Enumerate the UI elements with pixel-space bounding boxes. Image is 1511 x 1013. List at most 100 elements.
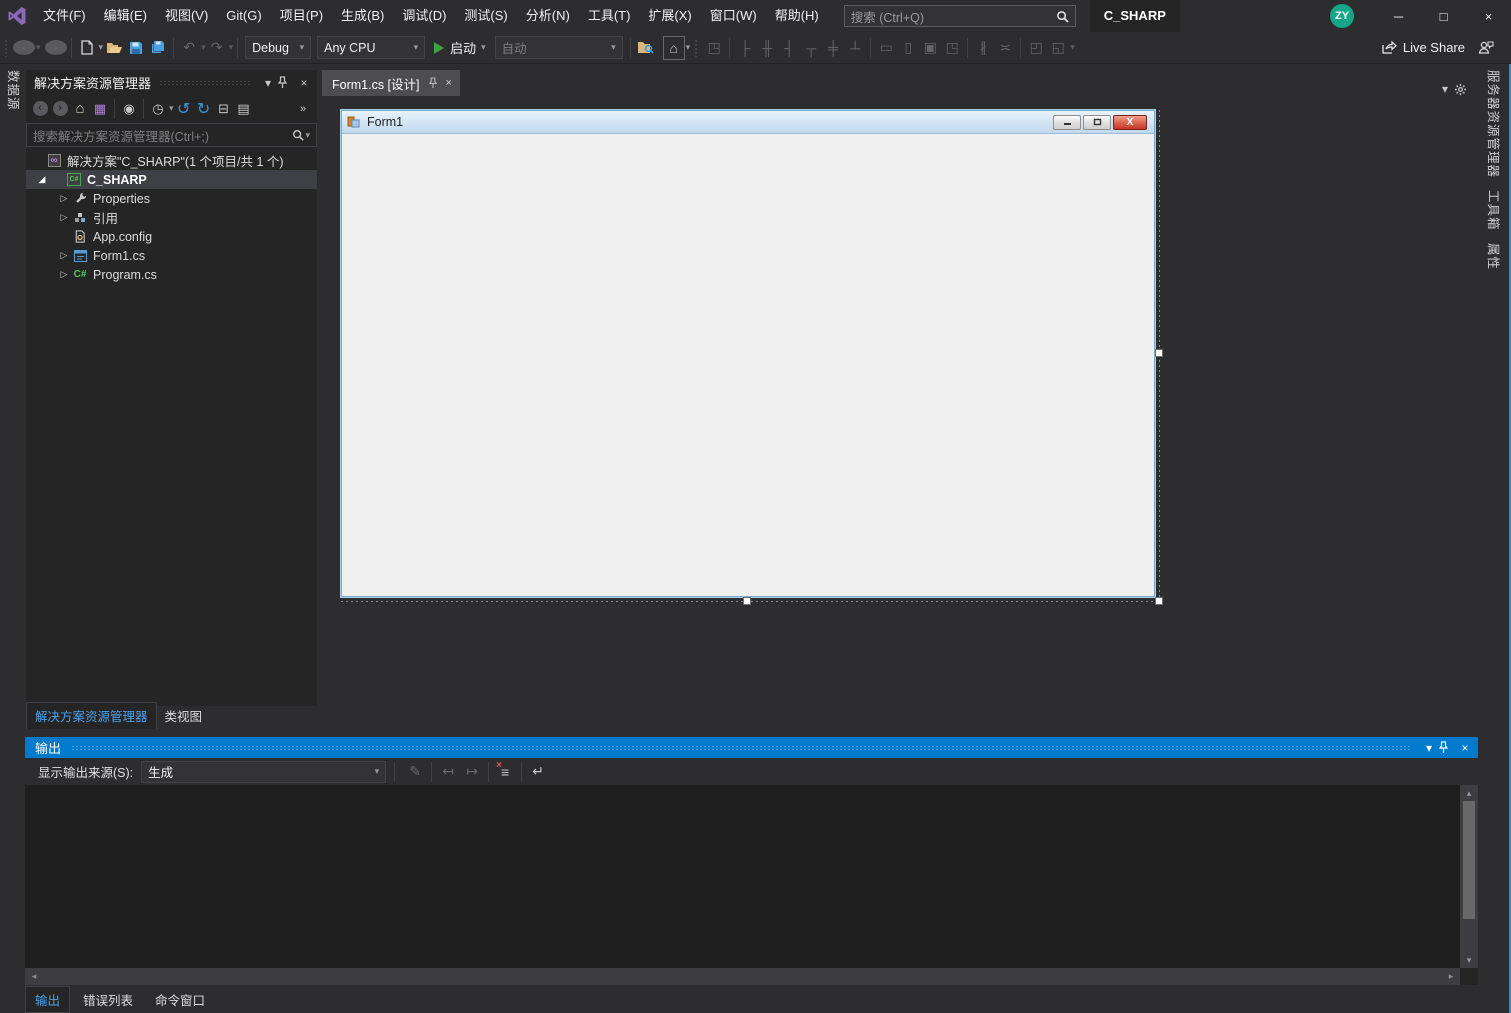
se-back-icon[interactable]: ‹ [30,99,50,119]
panel-drag-grip[interactable] [71,745,1410,751]
pin-icon[interactable] [1438,741,1456,754]
panel-drag-grip[interactable] [159,80,251,86]
tab-data-sources[interactable]: 数据源 [5,64,24,117]
menu-git[interactable]: Git(G) [217,0,270,32]
output-vertical-scrollbar[interactable]: ▴ ▾ [1460,785,1478,968]
menu-edit[interactable]: 编辑(E) [95,0,156,32]
navigate-forward-icon[interactable]: › [45,40,67,55]
forms-designer-surface[interactable]: Form1 X [322,96,1480,737]
close-icon[interactable]: × [295,76,313,90]
resize-handle-corner[interactable] [1155,597,1163,605]
menu-file[interactable]: 文件(F) [34,0,95,32]
redo-dropdown-icon[interactable]: ▾ [229,42,234,53]
close-icon[interactable]: × [446,77,452,89]
gear-icon[interactable] [1454,83,1472,96]
resize-handle-bottom[interactable] [743,597,751,605]
snap-to-grid-icon[interactable]: ◳ [703,36,725,60]
tree-row-program[interactable]: ▷ C# Program.cs [26,265,317,284]
clear-all-icon[interactable]: ≡× [493,761,517,783]
next-message-icon[interactable]: ↦ [460,761,484,783]
scroll-left-icon[interactable]: ◂ [27,971,41,982]
collapsed-icon[interactable]: ▷ [56,193,72,204]
make-same-height-icon[interactable]: ▯ [897,36,919,60]
tab-command-window[interactable]: 命令窗口 [146,987,214,1012]
new-project-icon[interactable] [76,36,98,60]
tab-properties[interactable]: 属性 [1485,237,1504,276]
align-centers-icon[interactable]: ╫ [756,36,778,60]
output-text-area[interactable]: ▴ ▾ [25,785,1478,968]
save-icon[interactable] [125,36,147,60]
send-feedback-icon[interactable] [1475,36,1497,60]
properties-pages-icon[interactable]: ▤ [234,99,254,119]
browser-link-home-icon[interactable]: ⌂ [663,36,685,60]
menu-build[interactable]: 生成(B) [332,0,393,32]
window-maximize-button[interactable]: □ [1421,0,1466,32]
solution-configuration-combo[interactable]: Debug ▾ [245,36,311,59]
toolbar-overflow-icon[interactable]: » [293,99,313,119]
size-to-grid-icon[interactable]: ◳ [941,36,963,60]
tab-form1-designer[interactable]: Form1.cs [设计] × [322,70,460,96]
find-in-files-icon[interactable] [635,36,657,60]
undo-icon[interactable]: ↶ [178,36,200,60]
collapsed-icon[interactable]: ▷ [56,269,72,280]
window-position-dropdown-icon[interactable]: ▾ [1420,741,1438,755]
tab-class-view[interactable]: 类视图 [157,703,211,729]
scroll-right-icon[interactable]: ▸ [1444,971,1458,982]
pin-icon[interactable] [428,77,438,89]
menu-extensions[interactable]: 扩展(X) [639,0,700,32]
designed-form[interactable]: Form1 X [341,110,1155,597]
tree-row-appconfig[interactable]: App.config [26,227,317,246]
layout-overflow-dropdown-icon[interactable]: ▾ [1070,42,1075,53]
previous-message-icon[interactable]: ↤ [436,761,460,783]
collapsed-icon[interactable]: ▷ [56,250,72,261]
tree-row-references[interactable]: ▷ 引用 [26,208,317,227]
make-same-width-icon[interactable]: ▭ [875,36,897,60]
refresh-icon[interactable]: ↻ [194,99,214,119]
pin-icon[interactable] [277,76,295,89]
form-maximize-button[interactable] [1083,115,1111,130]
designed-form-titlebar[interactable]: Form1 X [342,111,1154,134]
output-source-combo[interactable]: 生成 ▾ [141,761,386,783]
menu-project[interactable]: 项目(P) [271,0,332,32]
toggle-word-wrap-icon[interactable]: ↵ [526,761,550,783]
find-message-in-code-icon[interactable]: ✎ [403,761,427,783]
sync-with-active-document-icon[interactable]: ↺ [174,99,194,119]
navigate-back-icon[interactable]: ‹ [13,40,35,55]
tab-server-explorer[interactable]: 服务器资源管理器 [1485,64,1504,184]
live-share-button[interactable]: Live Share [1381,40,1465,55]
menu-debug[interactable]: 调试(D) [393,0,455,32]
scroll-up-icon[interactable]: ▴ [1460,785,1478,801]
browser-link-dropdown-icon[interactable]: ▾ [686,42,691,53]
quick-search-input[interactable]: 搜索 (Ctrl+Q) [844,5,1076,27]
tab-output[interactable]: 输出 [25,986,70,1013]
start-dropdown-icon[interactable]: ▾ [481,42,486,53]
save-all-icon[interactable] [147,36,169,60]
menu-tools[interactable]: 工具(T) [579,0,640,32]
se-home-icon[interactable]: ⌂ [70,99,90,119]
menu-test[interactable]: 测试(S) [455,0,516,32]
solution-explorer-header[interactable]: 解决方案资源管理器 ▾ × [26,70,317,95]
window-minimize-button[interactable]: ─ [1376,0,1421,32]
tab-solution-explorer[interactable]: 解决方案资源管理器 [26,702,157,729]
toolbar-grip[interactable] [694,39,699,57]
solution-search-input[interactable]: 搜索解决方案资源管理器(Ctrl+;) ▾ [26,123,317,147]
user-avatar[interactable]: ZY [1330,4,1354,28]
redo-icon[interactable]: ↷ [206,36,228,60]
scrollbar-thumb[interactable] [1463,801,1475,919]
tab-error-list[interactable]: 错误列表 [74,987,142,1012]
close-icon[interactable]: × [1456,741,1474,755]
bring-to-front-icon[interactable]: ◰ [1025,36,1047,60]
send-to-back-icon[interactable]: ◱ [1047,36,1069,60]
tree-row-form1[interactable]: ▷ Form1.cs [26,246,317,265]
tree-row-solution[interactable]: ∞ 解决方案"C_SHARP"(1 个项目/共 1 个) [26,151,317,170]
form-minimize-button[interactable] [1053,115,1081,130]
se-forward-icon[interactable]: › [50,99,70,119]
collapsed-icon[interactable]: ▷ [56,212,72,223]
menu-help[interactable]: 帮助(H) [766,0,828,32]
expanded-icon[interactable]: ◢ [34,174,50,185]
tab-toolbox[interactable]: 工具箱 [1485,184,1504,237]
collapse-all-icon[interactable]: ⊟ [214,99,234,119]
show-all-files-icon[interactable]: ◉ [119,99,139,119]
align-lefts-icon[interactable]: ├ [734,36,756,60]
navigate-back-dropdown-icon[interactable]: ▾ [36,42,41,53]
